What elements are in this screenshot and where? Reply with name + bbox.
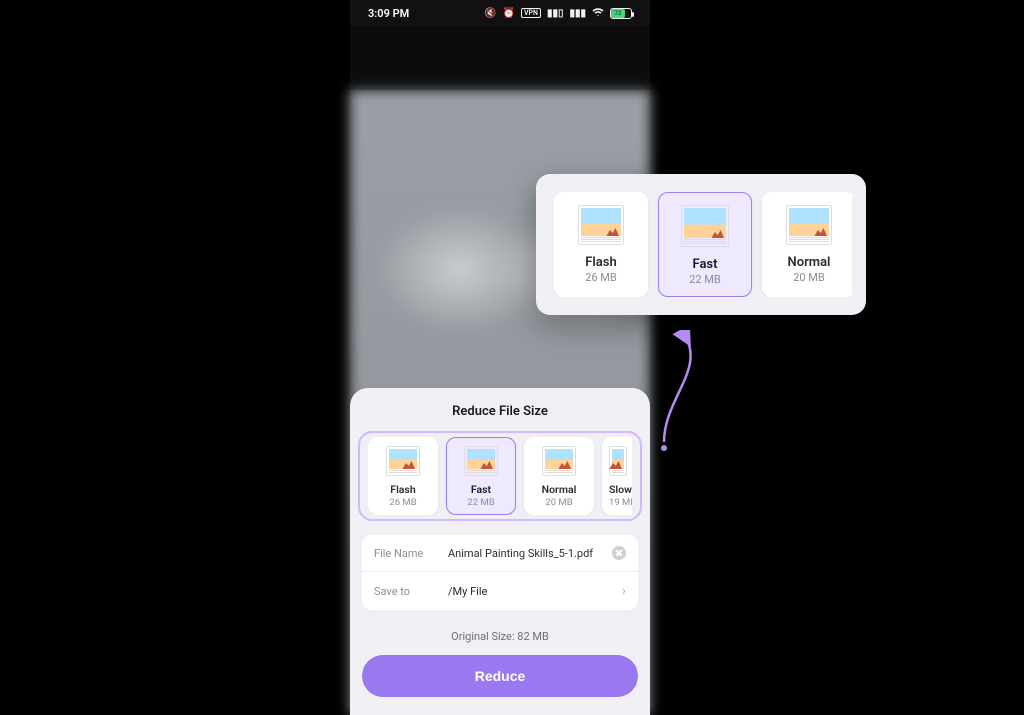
option-fast[interactable]: Fast 22 MB	[446, 437, 516, 515]
alarm-icon: ⏰	[503, 8, 515, 19]
original-size-text: Original Size: 82 MB	[350, 630, 650, 643]
option-name: Normal	[542, 483, 577, 496]
option-normal-zoom[interactable]: Normal 20 MB	[762, 192, 852, 297]
compression-options-highlight: Flash 26 MB Fast 22 MB Normal 20 MB Slow…	[358, 431, 642, 521]
option-size: 20 MB	[793, 271, 825, 284]
file-name-row[interactable]: File Name Animal Painting Skills_5-1.pdf	[362, 535, 638, 571]
document-thumb-icon	[386, 446, 420, 476]
wifi-icon	[592, 7, 604, 20]
chevron-right-icon: ›	[622, 583, 626, 599]
battery-icon: 72	[610, 8, 632, 19]
document-thumb-icon	[681, 205, 729, 247]
vpn-icon: VPN	[521, 8, 541, 18]
save-to-label: Save to	[374, 585, 436, 598]
document-thumb-icon	[786, 205, 832, 245]
document-thumb-icon	[542, 446, 576, 476]
option-size: 22 MB	[689, 273, 721, 286]
option-size: 19 MB	[609, 497, 632, 508]
save-to-value: /My File	[448, 585, 610, 598]
option-name: Fast	[471, 483, 491, 496]
signal-icon-2: ▮▮▮	[569, 8, 586, 19]
option-size: 26 MB	[585, 271, 617, 284]
sheet-title: Reduce File Size	[350, 404, 650, 419]
compression-options-row-zoom: Flash 26 MB Fast 22 MB Normal 20 MB Slow…	[554, 192, 852, 297]
signal-icon: ▮▮▯	[547, 8, 564, 19]
option-name: Flash	[390, 483, 415, 496]
document-thumb-icon	[578, 205, 624, 245]
option-slow[interactable]: Slow 19 MB	[602, 437, 632, 515]
reduce-button[interactable]: Reduce	[362, 655, 638, 697]
option-fast-zoom[interactable]: Fast 22 MB	[658, 192, 752, 297]
file-details: File Name Animal Painting Skills_5-1.pdf…	[362, 535, 638, 610]
option-normal[interactable]: Normal 20 MB	[524, 437, 594, 515]
option-flash[interactable]: Flash 26 MB	[368, 437, 438, 515]
zoom-callout-options: Flash 26 MB Fast 22 MB Normal 20 MB Slow…	[536, 174, 866, 315]
phone-frame: 3:09 PM 🔇 ⏰ VPN ▮▮▯ ▮▮▮ 72 Reduce File S…	[350, 0, 650, 715]
status-icons: 🔇 ⏰ VPN ▮▮▯ ▮▮▮ 72	[484, 7, 632, 20]
mute-icon: 🔇	[484, 8, 496, 19]
option-size: 20 MB	[545, 497, 572, 508]
document-thumb-icon	[464, 446, 498, 476]
bottom-sheet-reduce-file-size: Reduce File Size Flash 26 MB Fast 22 MB …	[350, 388, 650, 715]
status-time: 3:09 PM	[368, 7, 409, 20]
file-name-label: File Name	[374, 547, 436, 560]
save-to-row[interactable]: Save to /My File ›	[362, 571, 638, 610]
callout-arrow-icon	[656, 330, 716, 460]
option-size: 26 MB	[389, 497, 416, 508]
app-bar-dimmed	[350, 26, 650, 90]
document-thumb-icon	[609, 446, 627, 476]
option-flash-zoom[interactable]: Flash 26 MB	[554, 192, 648, 297]
option-name: Flash	[585, 255, 616, 270]
option-name: Normal	[788, 255, 831, 270]
compression-options-row[interactable]: Flash 26 MB Fast 22 MB Normal 20 MB Slow…	[368, 437, 632, 515]
option-size: 22 MB	[467, 497, 494, 508]
clear-filename-icon[interactable]	[612, 546, 626, 560]
option-name: Slow	[609, 483, 632, 496]
status-bar: 3:09 PM 🔇 ⏰ VPN ▮▮▯ ▮▮▮ 72	[350, 0, 650, 26]
file-name-value: Animal Painting Skills_5-1.pdf	[448, 547, 600, 560]
option-name: Fast	[693, 257, 718, 272]
